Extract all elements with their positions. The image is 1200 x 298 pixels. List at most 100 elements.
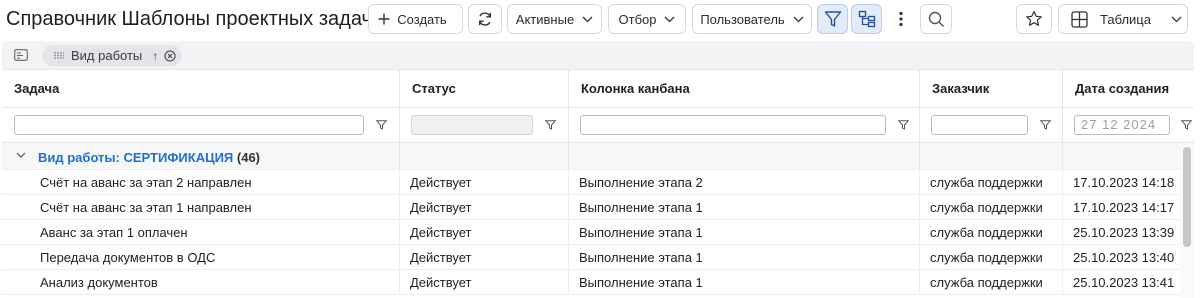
more-button[interactable]: [887, 4, 915, 34]
drag-handle-icon[interactable]: [54, 52, 64, 59]
cell-created-date: 17.10.2023 14:18: [1073, 175, 1175, 190]
cell-task: Анализ документов: [2, 270, 400, 295]
create-button[interactable]: Создать: [368, 4, 463, 34]
cell-status: Действует: [400, 195, 569, 220]
refresh-button[interactable]: [468, 4, 502, 34]
close-circle-icon[interactable]: [164, 49, 176, 62]
filter-icon[interactable]: [1181, 120, 1192, 130]
data-grid: Задача Статус Колонка канбана Заказчик Д…: [2, 69, 1194, 298]
cell-customer: служба поддержки: [920, 270, 1063, 295]
column-header-created-date[interactable]: Дата создания: [1063, 70, 1194, 108]
filter-icon[interactable]: [1040, 120, 1051, 130]
sort-direction-arrow[interactable]: ↑: [152, 49, 158, 63]
favorite-button[interactable]: [1016, 4, 1052, 34]
star-icon: [1026, 10, 1042, 26]
cell-customer: служба поддержки: [920, 245, 1063, 270]
refresh-icon: [479, 12, 491, 26]
cell-task: Счёт на аванс за этап 2 направлен: [2, 170, 400, 195]
cell-created-date: 17.10.2023 14:17: [1073, 200, 1175, 215]
view-mode-dropdown[interactable]: Таблица: [1058, 4, 1188, 34]
cell-kanban: Выполнение этапа 1: [569, 195, 920, 220]
cell-status: Действует: [400, 170, 569, 195]
customer-filter-input[interactable]: [931, 115, 1028, 135]
filter-cell-status: [400, 108, 569, 143]
table-row[interactable]: Анализ документов Действует Выполнение э…: [2, 270, 1180, 295]
filter-row: 27 12 2024: [2, 108, 1194, 143]
filter-cell-date: 27 12 2024: [1063, 108, 1194, 143]
grouping-panel: Вид работы ↑: [2, 41, 1194, 69]
scrollbar-thumb[interactable]: [1183, 147, 1191, 247]
active-dropdown-label: Активные: [515, 11, 575, 27]
chevron-down-icon: [665, 16, 675, 22]
cell-kanban: Выполнение этапа 2: [569, 170, 920, 195]
kanban-filter-input[interactable]: [580, 115, 886, 135]
filter-dropdown[interactable]: Отбор: [608, 4, 686, 34]
tree-icon: [858, 10, 875, 28]
group-row[interactable]: Вид работы: СЕРТИФИКАЦИЯ (46): [2, 143, 1180, 170]
cell-task: Передача документов в ОДС: [2, 245, 400, 270]
cell-kanban: Выполнение этапа 1: [569, 245, 920, 270]
cell-status: Действует: [400, 220, 569, 245]
group-panel-icon[interactable]: [14, 49, 28, 61]
cell-kanban: Выполнение этапа 1: [569, 270, 920, 295]
chevron-down-icon: [1171, 16, 1182, 22]
cell-kanban: Выполнение этапа 1: [569, 220, 920, 245]
cell-created-date: 25.10.2023 13:41: [1073, 275, 1175, 290]
create-button-label: Создать: [397, 11, 447, 27]
group-cell-status: [400, 143, 569, 169]
page-title: Справочник Шаблоны проектных задач: [6, 8, 372, 30]
table-row[interactable]: Аванс за этап 1 оплачен Действует Выполн…: [2, 220, 1180, 245]
status-filter-input[interactable]: [411, 115, 533, 135]
table-row[interactable]: Счёт на аванс за этап 1 направлен Действ…: [2, 195, 1180, 220]
more-vertical-icon: [899, 11, 903, 27]
cell-created-date: 25.10.2023 13:40: [1073, 250, 1175, 265]
column-header-task[interactable]: Задача: [2, 70, 400, 108]
group-cell-kanban: [569, 143, 920, 169]
cell-customer: служба поддержки: [920, 170, 1063, 195]
cell-status: Действует: [400, 245, 569, 270]
filter-cell-task: [2, 108, 400, 143]
header-row: Задача Статус Колонка канбана Заказчик Д…: [2, 69, 1194, 108]
cell-status: Действует: [400, 270, 569, 295]
user-dropdown-label: Пользователь: [700, 11, 785, 27]
user-dropdown[interactable]: Пользователь: [692, 4, 812, 34]
group-count: (46): [236, 150, 261, 165]
filter-cell-customer: [920, 108, 1063, 143]
vertical-scrollbar[interactable]: [1180, 143, 1194, 298]
filter-icon[interactable]: [376, 120, 387, 130]
plus-icon: [378, 13, 390, 25]
cell-created-date: 25.10.2023 13:39: [1073, 225, 1175, 240]
group-label: Вид работы: СЕРТИФИКАЦИЯ (46): [38, 150, 260, 165]
table-grid-icon: [1071, 10, 1088, 28]
column-header-status[interactable]: Статус: [400, 70, 569, 108]
filter-icon[interactable]: [545, 120, 556, 130]
filter-dropdown-label: Отбор: [618, 11, 657, 27]
task-filter-input[interactable]: [14, 115, 364, 135]
filter-icon[interactable]: [898, 120, 909, 130]
filter-toggle-button[interactable]: [817, 4, 848, 34]
filter-icon: [824, 11, 841, 27]
chevron-down-icon: [793, 16, 804, 22]
tree-view-button[interactable]: [851, 4, 882, 34]
table-row[interactable]: Передача документов в ОДС Действует Выпо…: [2, 245, 1180, 270]
view-mode-label: Таблица: [1100, 11, 1151, 27]
cell-task: Счёт на аванс за этап 1 направлен: [2, 195, 400, 220]
date-filter-input[interactable]: 27 12 2024: [1074, 115, 1170, 135]
toolbar: Справочник Шаблоны проектных задач Созда…: [0, 0, 1200, 38]
group-chip[interactable]: Вид работы ↑: [42, 45, 182, 66]
column-header-customer[interactable]: Заказчик: [920, 70, 1063, 108]
active-dropdown[interactable]: Активные: [507, 4, 602, 34]
group-cell-customer: [920, 143, 1063, 169]
filter-cell-kanban: [569, 108, 920, 143]
search-icon: [928, 11, 944, 27]
group-name: Вид работы: СЕРТИФИКАЦИЯ: [38, 150, 234, 165]
cell-customer: служба поддержки: [920, 220, 1063, 245]
search-button[interactable]: [920, 4, 952, 34]
cell-task: Аванс за этап 1 оплачен: [2, 220, 400, 245]
cell-customer: служба поддержки: [920, 195, 1063, 220]
group-chip-label: Вид работы: [71, 48, 143, 63]
column-header-kanban[interactable]: Колонка канбана: [569, 70, 920, 108]
table-row[interactable]: Счёт на аванс за этап 2 направлен Действ…: [2, 170, 1180, 195]
chevron-down-icon[interactable]: [16, 152, 26, 158]
chevron-down-icon: [582, 16, 593, 22]
